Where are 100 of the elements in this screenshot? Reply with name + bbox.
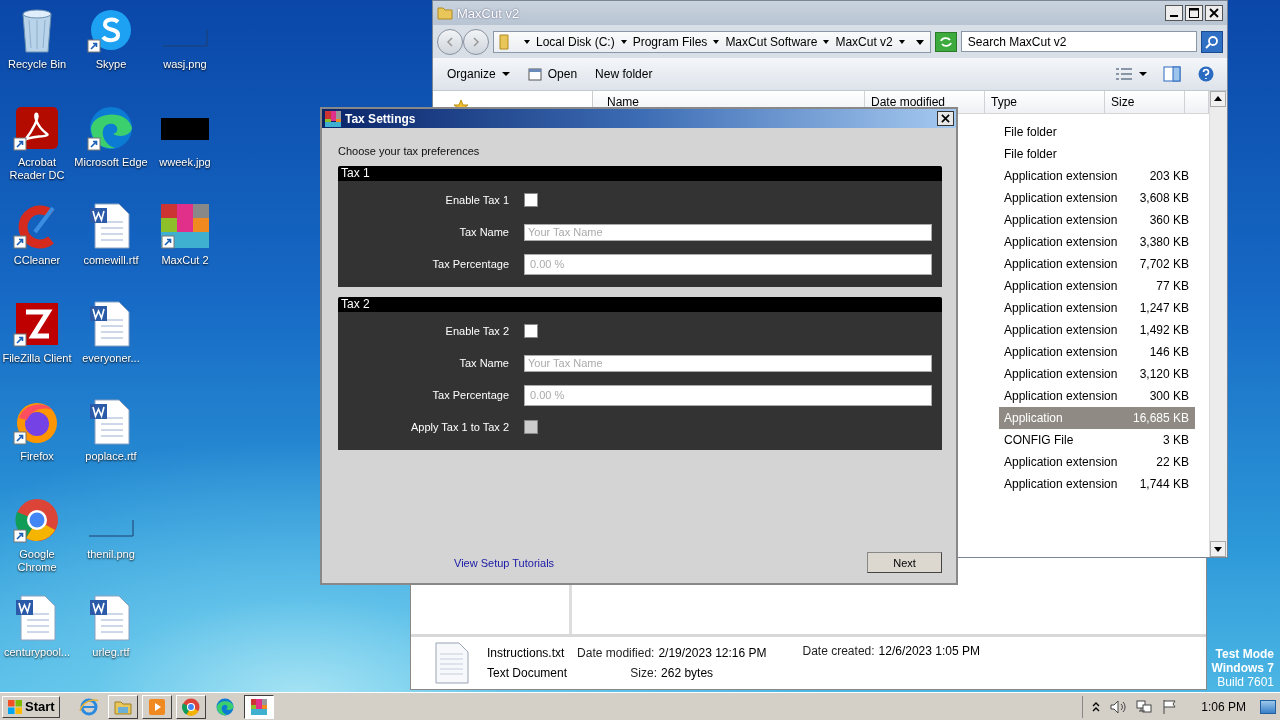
network-icon[interactable] [1135, 698, 1154, 715]
toolbar-button[interactable]: New folder [589, 64, 659, 84]
file-row[interactable]: File folder [999, 121, 1195, 143]
breadcrumb-item[interactable]: Program Files [632, 34, 708, 49]
text-file-icon [435, 642, 469, 684]
file-row[interactable]: Application extension 77 KB [999, 275, 1195, 297]
file-row[interactable]: Application extension 22 KB [999, 451, 1195, 473]
icon-label[interactable]: Microsoft Edge [74, 156, 148, 169]
dropdown-icon[interactable] [915, 37, 924, 46]
icon-label[interactable]: Recycle Bin [0, 58, 74, 71]
detail-label: Size: [629, 666, 658, 680]
icon-label[interactable]: MaxCut 2 [148, 254, 222, 267]
icon-label[interactable]: FileZilla Client [0, 352, 74, 365]
field-label: Enable Tax 1 [444, 194, 509, 206]
file-row[interactable]: Application extension 1,492 KB [999, 319, 1195, 341]
clock[interactable]: 1:06 PM [1201, 699, 1246, 714]
help-icon[interactable] [1197, 66, 1215, 82]
refresh-button[interactable] [934, 31, 957, 52]
icon-label[interactable]: Acrobat Reader DC [0, 156, 74, 182]
file-row[interactable]: Application extension 1,744 KB [999, 473, 1195, 495]
icon-label[interactable]: CCleaner [0, 254, 74, 267]
view-options-icon[interactable] [1115, 66, 1133, 82]
browser-ring-icon[interactable] [13, 496, 61, 544]
play-icon [146, 696, 167, 717]
preview-pane-icon[interactable] [1163, 66, 1181, 82]
input-field[interactable]: 0.00 % [524, 253, 932, 275]
scroll-down-icon[interactable] [1210, 541, 1226, 557]
icon-label[interactable]: Skype [74, 58, 148, 71]
caret-icon[interactable] [712, 37, 721, 46]
file-row[interactable]: File folder [999, 143, 1195, 165]
taskbar-button[interactable] [243, 694, 274, 719]
tile-grid-icon [325, 110, 341, 127]
input-field[interactable]: 0.00 % [524, 384, 932, 406]
wave-circle-icon[interactable] [87, 104, 135, 152]
file-row[interactable]: Application extension 300 KB [999, 385, 1195, 407]
instruction-text: Choose your tax preferences [338, 145, 481, 157]
detail-value: 12/6/2023 1:05 PM [878, 644, 980, 658]
file-row[interactable]: Application extension 7,702 KB [999, 253, 1195, 275]
caret-icon[interactable] [897, 37, 906, 46]
speaker-icon[interactable] [1109, 698, 1128, 715]
minimize-button[interactable] [1165, 5, 1183, 21]
search-button[interactable] [1201, 30, 1223, 53]
show-desktop-button[interactable] [1260, 699, 1276, 714]
scroll-up-icon[interactable] [1210, 91, 1226, 107]
icon-label[interactable]: poplace.rtf [74, 450, 148, 463]
breadcrumb-item[interactable]: MaxCut v2 [835, 34, 893, 49]
close-icon [1209, 8, 1219, 18]
window-title: MaxCut v2 [457, 5, 520, 21]
address-bar[interactable]: Local Disk (C:) Program Files MaxCut Software MaxCut v2 [493, 30, 931, 53]
close-button[interactable] [937, 111, 954, 126]
icon-label[interactable]: wasj.png [148, 58, 222, 71]
dialog-title: Tax Settings [345, 111, 416, 126]
scrollbar[interactable] [1209, 91, 1227, 557]
caret-icon[interactable] [619, 37, 628, 46]
zigzag-tile-icon[interactable] [13, 300, 61, 348]
icon-label[interactable]: wweek.jpg [148, 156, 222, 169]
maximize-button[interactable] [1185, 5, 1203, 21]
browser-ring-icon [180, 696, 201, 717]
checkbox[interactable] [524, 193, 538, 207]
windows-logo-icon [7, 698, 23, 715]
tutorials-link[interactable]: View Setup Tutorials [454, 556, 555, 569]
file-row[interactable]: CONFIG File 3 KB [999, 429, 1195, 451]
toolbar-button[interactable]: Open [521, 64, 584, 84]
column-header[interactable]: Size [1105, 91, 1185, 113]
file-row[interactable]: Application extension 1,247 KB [999, 297, 1195, 319]
caret-icon[interactable] [1139, 70, 1147, 78]
caret-icon[interactable] [523, 37, 531, 46]
panel-header: Tax 2 [338, 297, 942, 312]
forward-button[interactable] [463, 28, 489, 55]
start-button[interactable]: Start [2, 695, 60, 718]
breadcrumb-item[interactable]: MaxCut Software [725, 34, 818, 49]
search-field[interactable]: Search MaxCut v2 [960, 31, 1197, 52]
refresh-icon [938, 35, 953, 48]
window-icon [527, 67, 542, 81]
pdf-app-icon[interactable] [13, 104, 61, 152]
file-row[interactable]: Application extension 3,608 KB [999, 187, 1195, 209]
icon-label[interactable]: comewill.rtf [74, 254, 148, 267]
field-label: Tax Percentage [431, 389, 509, 401]
icon-label[interactable]: Firefox [0, 450, 74, 463]
back-button[interactable] [437, 28, 463, 55]
icon-label[interactable]: everyoner... [74, 352, 148, 365]
globe-icon [78, 696, 99, 717]
close-button[interactable] [1205, 5, 1223, 21]
caret-icon[interactable] [822, 37, 831, 46]
input-field[interactable]: Your Tax Name [524, 223, 932, 241]
detail-value: 262 bytes [661, 666, 714, 680]
file-row[interactable]: Application extension 3,380 KB [999, 231, 1195, 253]
column-header[interactable]: Type [985, 91, 1105, 113]
file-row[interactable]: Application extension 3,120 KB [999, 363, 1195, 385]
tile-grid-icon[interactable] [161, 202, 209, 250]
file-row[interactable]: Application extension 203 KB [999, 165, 1195, 187]
next-button[interactable]: Next [867, 552, 942, 573]
checkbox[interactable] [524, 324, 538, 338]
file-row[interactable]: Application extension 360 KB [999, 209, 1195, 231]
detail-label: Date created: [802, 644, 875, 658]
input-field[interactable]: Your Tax Name [524, 354, 932, 372]
field-label: Apply Tax 1 to Tax 2 [409, 421, 509, 433]
toolbar-button[interactable]: Organize [441, 64, 516, 84]
file-row[interactable]: Application extension 146 KB [999, 341, 1195, 363]
breadcrumb-item[interactable]: Local Disk (C:) [536, 34, 615, 49]
